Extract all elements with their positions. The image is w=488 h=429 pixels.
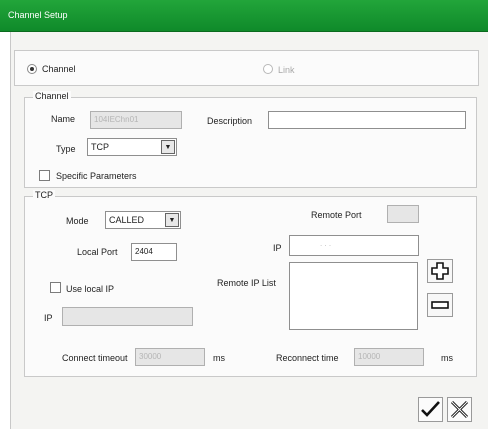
plus-icon <box>431 262 449 280</box>
remote-ip-list[interactable] <box>289 262 418 330</box>
connect-timeout-field[interactable]: 30000 <box>135 348 205 366</box>
mode-label: Mode <box>66 216 89 226</box>
description-field[interactable] <box>268 111 466 129</box>
description-label: Description <box>207 116 253 126</box>
checkmark-icon <box>421 401 440 417</box>
cross-icon <box>450 400 469 419</box>
local-port-label: Local Port <box>77 247 118 257</box>
remote-port-field[interactable] <box>387 205 419 223</box>
specific-parameters-checkbox[interactable] <box>39 170 50 181</box>
name-field[interactable]: 104IEChn01 <box>90 111 182 129</box>
remote-ip-list-label: Remote IP List <box>217 278 276 288</box>
channel-group-legend: Channel <box>33 91 71 101</box>
local-ip-label: IP <box>44 313 53 323</box>
mode-select-value: CALLED <box>109 215 145 225</box>
reconnect-time-field[interactable]: 10000 <box>354 348 424 366</box>
remote-ip-field[interactable]: . . . <box>289 235 419 256</box>
ok-button[interactable] <box>418 397 443 422</box>
ip-separators: . . . <box>320 239 332 248</box>
link-radio-label: Link <box>278 65 295 75</box>
use-local-ip-label: Use local IP <box>66 284 115 294</box>
remote-port-label: Remote Port <box>311 210 362 220</box>
reconnect-time-label: Reconnect time <box>276 353 339 363</box>
mode-select[interactable]: CALLED ▼ <box>105 211 181 229</box>
name-label: Name <box>51 114 76 124</box>
connect-timeout-label: Connect timeout <box>62 353 128 363</box>
type-select[interactable]: TCP ▼ <box>87 138 177 156</box>
tcp-group-legend: TCP <box>33 190 55 200</box>
ip-label: IP <box>273 243 282 253</box>
reconnect-time-unit: ms <box>441 353 453 363</box>
cancel-button[interactable] <box>447 397 472 422</box>
minus-icon <box>431 301 449 309</box>
type-label: Type <box>56 144 76 154</box>
add-ip-button[interactable] <box>427 259 453 283</box>
chevron-down-icon[interactable]: ▼ <box>161 140 175 154</box>
window-title: Channel Setup <box>8 10 68 20</box>
remove-ip-button[interactable] <box>427 293 453 317</box>
title-bar: Channel Setup <box>0 0 488 32</box>
channel-radio-label: Channel <box>42 64 76 74</box>
specific-parameters-label: Specific Parameters <box>56 171 137 181</box>
local-port-field[interactable]: 2404 <box>131 243 177 261</box>
use-local-ip-checkbox[interactable] <box>50 282 61 293</box>
chevron-down-icon[interactable]: ▼ <box>165 213 179 227</box>
channel-radio[interactable] <box>27 64 37 74</box>
connect-timeout-unit: ms <box>213 353 225 363</box>
mode-radio-group <box>14 50 479 86</box>
link-radio[interactable] <box>263 64 273 74</box>
local-ip-field[interactable] <box>62 307 193 326</box>
type-select-value: TCP <box>91 142 109 152</box>
